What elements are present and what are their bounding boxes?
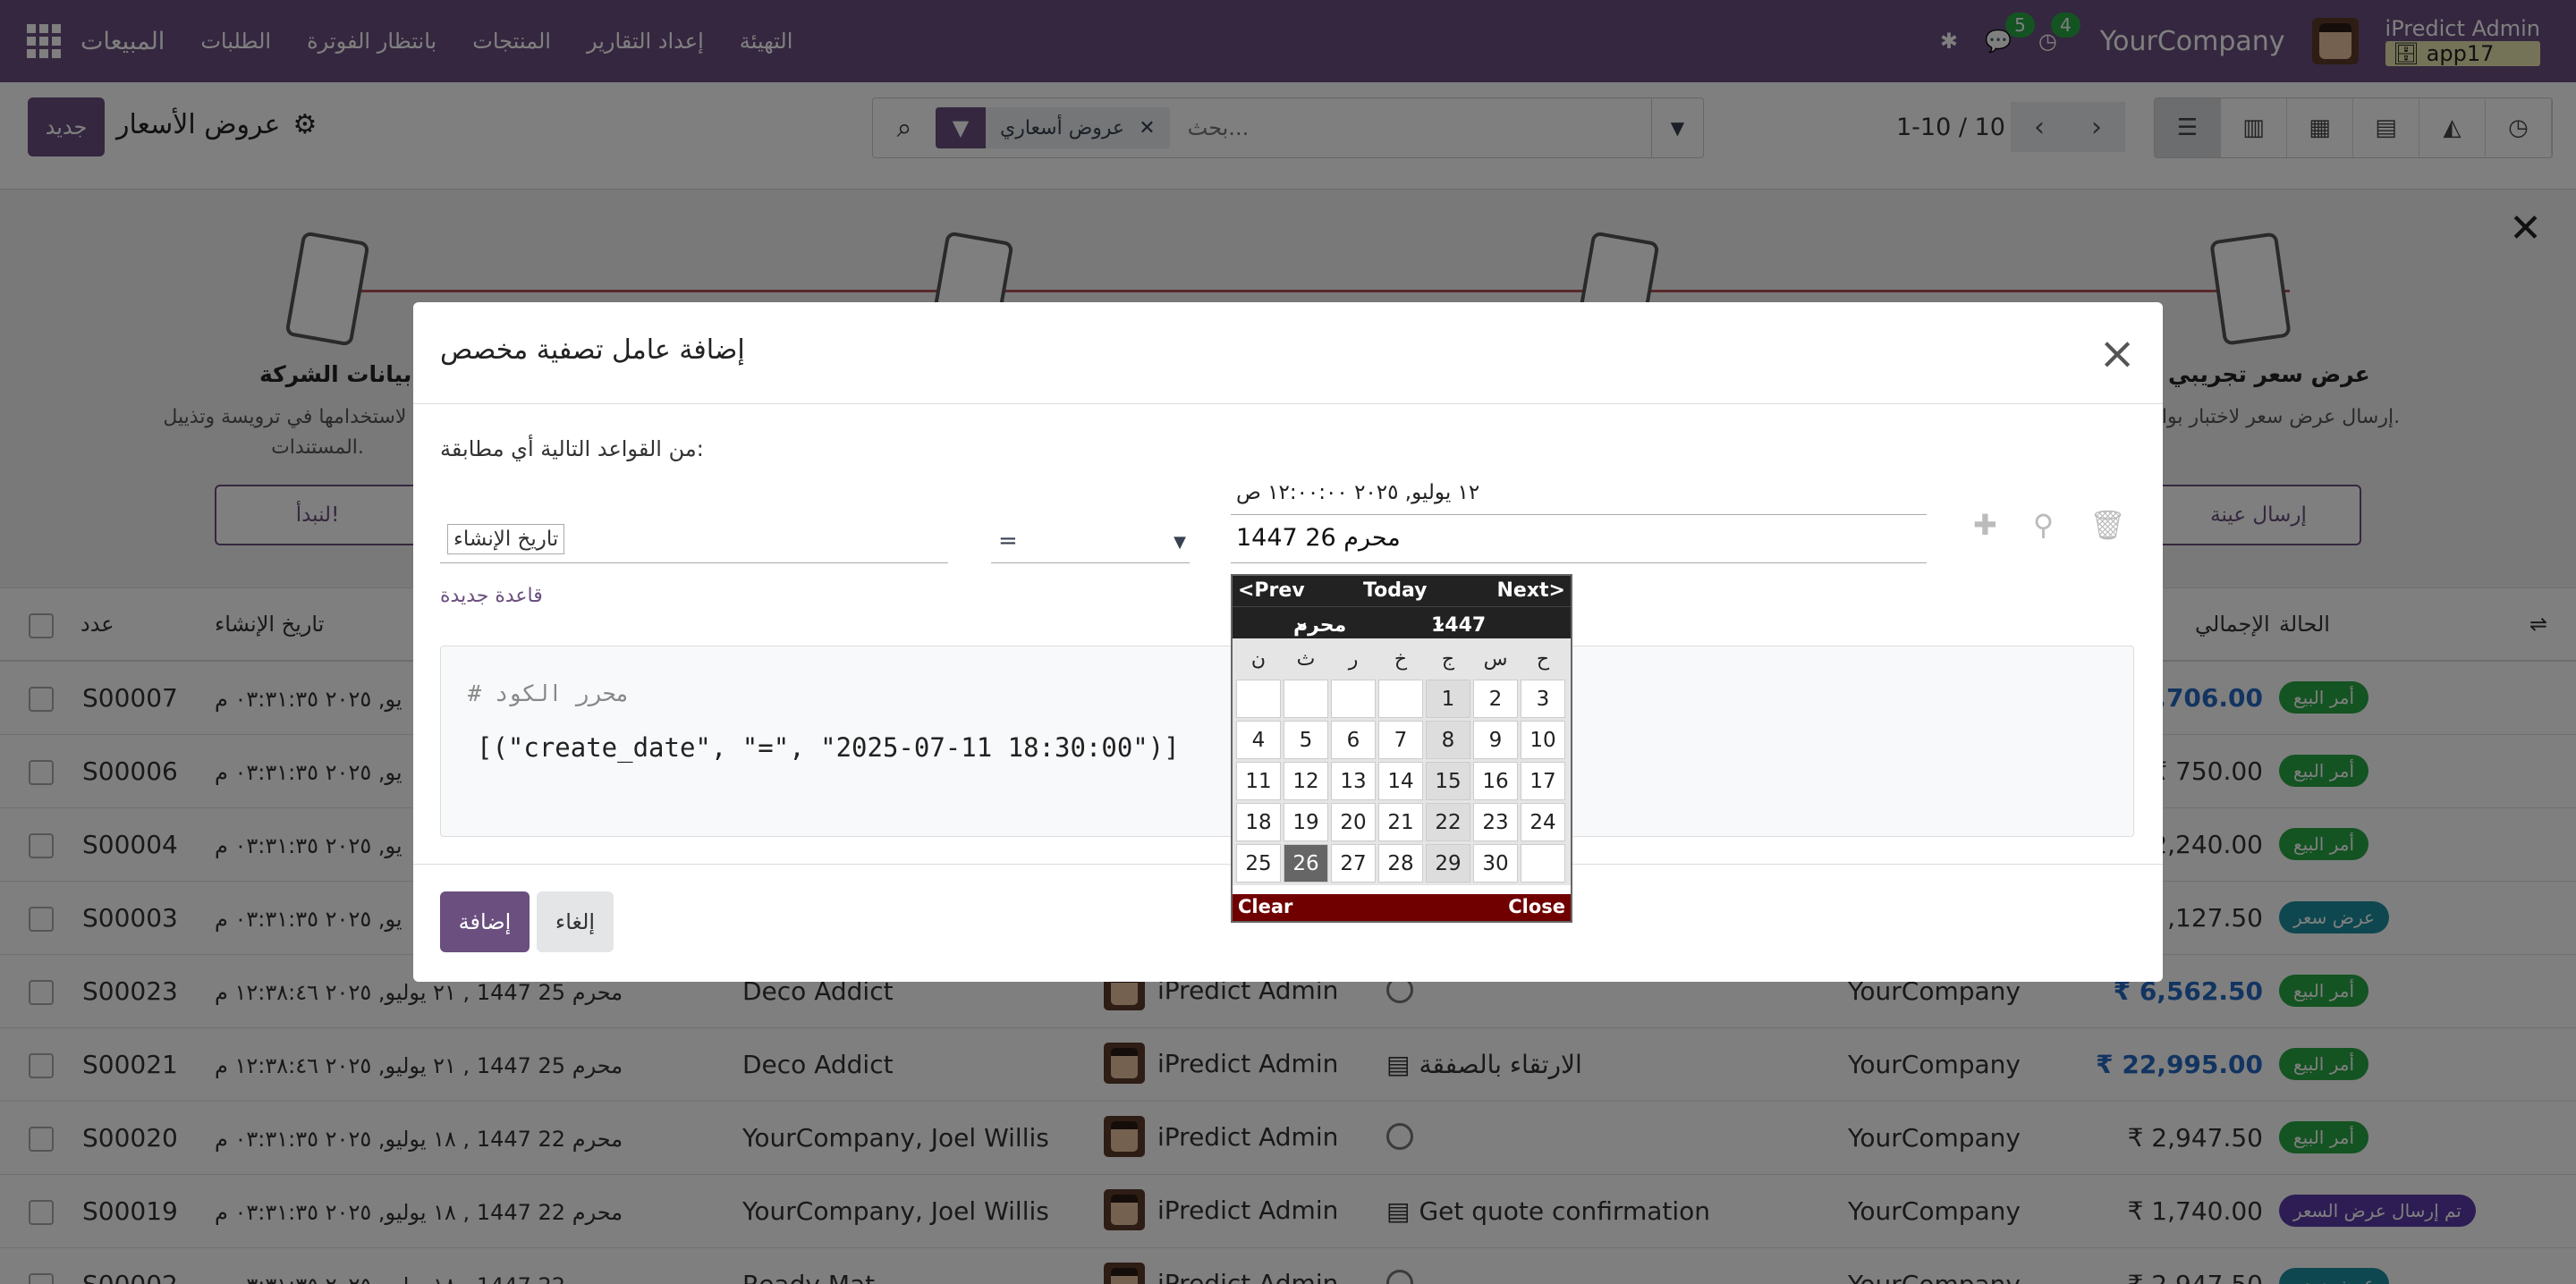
- calendar-day[interactable]: 11: [1236, 762, 1281, 800]
- calendar-grid: ن ث ر خ ج س ح 1 2 3 4 5 6 7 8 9 10 11 12 13 14 15 16 17 18 19 20 21…: [1233, 638, 1571, 885]
- dialog-title: إضافة عامل تصفية مخصص: [440, 334, 745, 366]
- cancel-button[interactable]: إلغاء: [537, 891, 614, 952]
- calendar-day-selected[interactable]: 26: [1284, 844, 1328, 883]
- calendar-day[interactable]: 10: [1521, 721, 1565, 759]
- calendar-day[interactable]: 21: [1378, 803, 1423, 841]
- match-label: من القواعد التالية أي مطابقة:: [440, 436, 704, 461]
- calendar-day[interactable]: 12: [1284, 762, 1328, 800]
- calendar-day[interactable]: 22: [1426, 803, 1470, 841]
- add-branch-icon[interactable]: ⚲: [2033, 508, 2054, 542]
- calendar-empty-cell: [1236, 680, 1281, 718]
- calendar-day[interactable]: 7: [1378, 721, 1423, 759]
- new-rule-link[interactable]: قاعدة جديدة: [440, 585, 543, 607]
- calendar-day[interactable]: 5: [1284, 721, 1328, 759]
- calendar-day[interactable]: 24: [1521, 803, 1565, 841]
- rule-operator-select[interactable]: = ▼: [991, 524, 1190, 563]
- calendar-day[interactable]: 16: [1473, 762, 1518, 800]
- weekday-header: ح: [1521, 641, 1565, 677]
- calendar-day[interactable]: 27: [1331, 844, 1376, 883]
- date-picker-popup: <Prev Today Next> محرم ⌄ 1447 ⌄ نثرخجسح 1…: [1231, 574, 1572, 923]
- weekday-header: ج: [1426, 641, 1470, 677]
- calendar-day[interactable]: 13: [1331, 762, 1376, 800]
- calendar-day[interactable]: 8: [1426, 721, 1470, 759]
- add-filter-button[interactable]: إضافة: [440, 891, 530, 952]
- year-select[interactable]: 1447 ⌄: [1431, 611, 1486, 637]
- rule-value-display: ١٢ يوليو, ٢٠٢٥ ١٢:٠٠:٠٠ ص: [1231, 477, 1927, 515]
- calendar-day[interactable]: 15: [1426, 762, 1470, 800]
- rule-value-input[interactable]: محرم 26 1447: [1231, 524, 1927, 563]
- calendar-day[interactable]: 4: [1236, 721, 1281, 759]
- weekday-header: ر: [1331, 641, 1376, 677]
- calendar-day[interactable]: 19: [1284, 803, 1328, 841]
- chevron-down-icon: ▼: [1174, 533, 1186, 552]
- calendar-day[interactable]: 29: [1426, 844, 1470, 883]
- calendar-empty-cell: [1331, 680, 1376, 718]
- weekday-header: ن: [1236, 641, 1281, 677]
- year-value: 1447: [1431, 614, 1487, 637]
- today-button[interactable]: Today: [1363, 579, 1427, 602]
- calendar-day[interactable]: 23: [1473, 803, 1518, 841]
- dialog-header: إضافة عامل تصفية مخصص ×: [413, 302, 2163, 404]
- calendar-day[interactable]: 3: [1521, 680, 1565, 718]
- code-editor-comment: # محرر الكود: [468, 680, 630, 706]
- rule-actions: ✚ ⚲ 🗑: [1973, 508, 2126, 542]
- next-month-button[interactable]: Next>: [1497, 579, 1565, 602]
- calendar-empty-cell: [1521, 844, 1565, 883]
- add-rule-icon[interactable]: ✚: [1973, 508, 1997, 542]
- rule-field-value: تاريخ الإنشاء: [447, 524, 565, 554]
- close-dialog-icon[interactable]: ×: [2098, 327, 2136, 379]
- weekday-header: ث: [1284, 641, 1328, 677]
- rule-field-selector[interactable]: تاريخ الإنشاء: [440, 524, 948, 563]
- weekday-header: س: [1473, 641, 1518, 677]
- prev-month-button[interactable]: <Prev: [1238, 579, 1305, 602]
- calendar-empty-cell: [1284, 680, 1328, 718]
- calendar-day[interactable]: 9: [1473, 721, 1518, 759]
- calendar-day[interactable]: 20: [1331, 803, 1376, 841]
- calendar-day[interactable]: 14: [1378, 762, 1423, 800]
- calendar-day[interactable]: 1: [1426, 680, 1470, 718]
- calendar-day[interactable]: 30: [1473, 844, 1518, 883]
- month-year-selectors: محرم ⌄ 1447 ⌄: [1233, 606, 1571, 638]
- calendar-day[interactable]: 25: [1236, 844, 1281, 883]
- calendar-day[interactable]: 6: [1331, 721, 1376, 759]
- close-picker-button[interactable]: Close: [1508, 896, 1565, 917]
- clear-date-button[interactable]: Clear: [1238, 896, 1292, 917]
- date-picker-footer: Clear Close: [1233, 894, 1571, 921]
- delete-rule-icon[interactable]: 🗑: [2089, 508, 2126, 542]
- weekday-header: خ: [1378, 641, 1423, 677]
- calendar-empty-cell: [1378, 680, 1423, 718]
- calendar-day[interactable]: 18: [1236, 803, 1281, 841]
- date-picker-nav: <Prev Today Next>: [1233, 576, 1571, 606]
- calendar-day[interactable]: 28: [1378, 844, 1423, 883]
- month-value: محرم: [1293, 614, 1347, 637]
- rule-value: ١٢ يوليو, ٢٠٢٥ ١٢:٠٠:٠٠ ص محرم 26 1447: [1231, 477, 1927, 563]
- calendar-day[interactable]: 17: [1521, 762, 1565, 800]
- month-select[interactable]: محرم ⌄: [1293, 611, 1346, 637]
- code-editor-content[interactable]: [("create_date", "=", "2025-07-11 18:30:…: [477, 732, 1180, 763]
- rule-operator-value: =: [998, 528, 1018, 554]
- calendar-day[interactable]: 2: [1473, 680, 1518, 718]
